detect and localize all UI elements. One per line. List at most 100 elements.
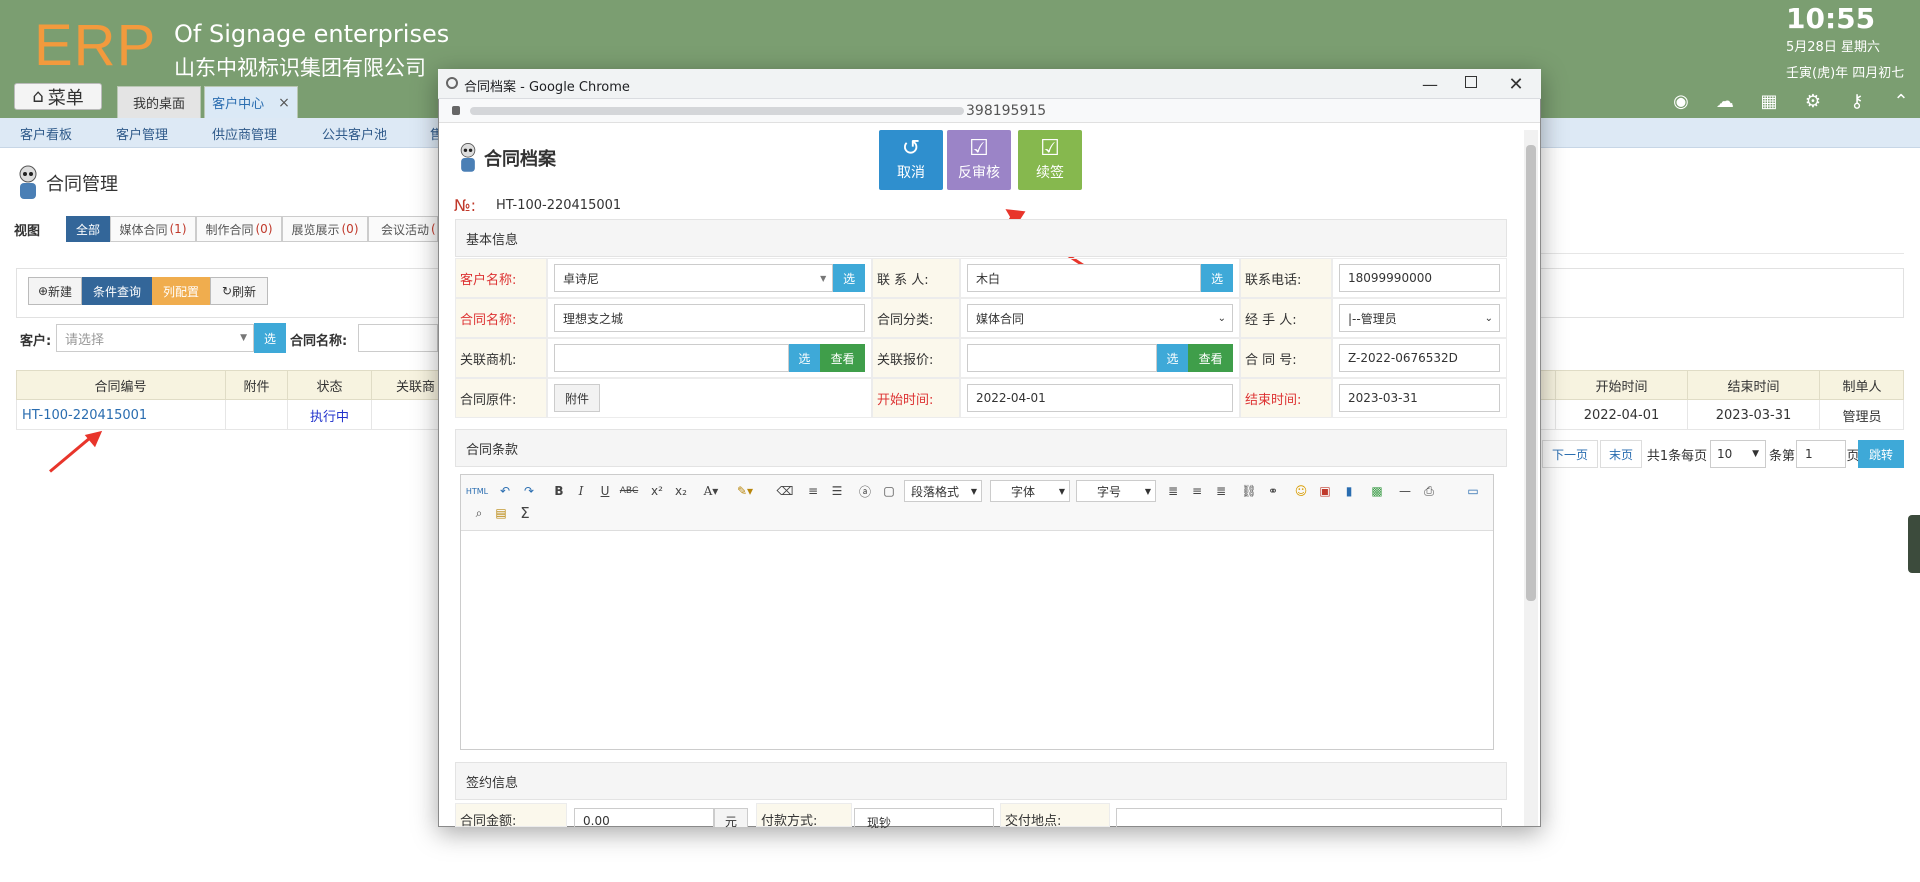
side-widget-handle[interactable]	[1908, 515, 1920, 573]
search-replace-icon[interactable]: ⌕	[470, 504, 488, 522]
filter-tab-meeting[interactable]: 会议活动(	[368, 216, 438, 242]
tab-customer-center[interactable]: 客户中心 ×	[204, 86, 298, 118]
col-maker[interactable]: 制单人	[1820, 370, 1904, 400]
subscript-icon[interactable]: x₂	[672, 482, 690, 500]
query-button[interactable]: 条件查询	[82, 277, 152, 305]
filter-tab-media[interactable]: 媒体合同 (1)	[110, 216, 196, 242]
customer-select-button[interactable]: 选	[833, 264, 865, 292]
amount-input[interactable]: 0.00	[574, 808, 714, 828]
row-contract-no-link[interactable]: HT-100-220415001	[16, 400, 226, 430]
col-start-time[interactable]: 开始时间	[1555, 370, 1688, 400]
paste-icon[interactable]: ▤	[492, 504, 510, 522]
contact-select-button[interactable]: 选	[1201, 264, 1233, 292]
category-select[interactable]: 媒体合同 ⌄	[967, 304, 1233, 332]
superscript-icon[interactable]: x²	[648, 482, 666, 500]
quote-select-button[interactable]: 选	[1156, 344, 1189, 372]
filter-tab-exhibition[interactable]: 展览展示 (0)	[282, 216, 368, 242]
insert-image-icon[interactable]: ▩	[1368, 482, 1386, 500]
filter-tab-production[interactable]: 制作合同 (0)	[196, 216, 282, 242]
align-right-icon[interactable]: ≣	[1212, 482, 1230, 500]
minimize-icon[interactable]: —	[1418, 72, 1442, 96]
opportunity-view-button[interactable]: 查看	[820, 344, 865, 372]
customer-name-select[interactable]: 卓诗尼 ▼	[554, 264, 834, 292]
contact-input[interactable]: 木白	[967, 264, 1202, 292]
preview-icon[interactable]: ▭	[1464, 482, 1482, 500]
close-icon[interactable]: ×	[278, 95, 290, 111]
unordered-list-icon[interactable]: ☰	[828, 482, 846, 500]
emoji-icon[interactable]: ☺	[1292, 482, 1310, 500]
pager-size-select[interactable]: 10 ▼	[1710, 440, 1766, 468]
contract-no-input[interactable]: Z-2022-0676532D	[1339, 344, 1500, 372]
unaudit-button[interactable]: ☑ 反审核	[947, 130, 1011, 190]
column-config-button[interactable]: 列配置	[152, 277, 210, 305]
font-family-select[interactable]: 字体 ▼	[990, 480, 1070, 502]
print-icon[interactable]: ⎙	[1420, 482, 1438, 500]
page-icon[interactable]: ▢	[880, 482, 898, 500]
image-icon[interactable]: ▣	[1316, 482, 1334, 500]
opportunity-input[interactable]	[554, 344, 789, 372]
col-contract-no[interactable]: 合同编号	[16, 370, 226, 400]
pager-last-button[interactable]: 末页	[1600, 440, 1642, 468]
link-icon[interactable]: ⛓	[1240, 482, 1258, 500]
formula-icon[interactable]: Σ	[516, 504, 534, 522]
payment-method-select[interactable]: 现钞	[854, 808, 994, 830]
horizontal-rule-icon[interactable]: —	[1396, 482, 1414, 500]
main-menu-button[interactable]: ⌂ 菜单	[14, 83, 102, 110]
undo-icon[interactable]: ↶	[496, 482, 514, 500]
handler-select[interactable]: |--管理员 ⌄	[1339, 304, 1500, 332]
start-time-input[interactable]: 2022-04-01	[967, 384, 1233, 412]
col-attachment[interactable]: 附件	[226, 370, 288, 400]
cloud-icon[interactable]: ☁	[1714, 90, 1736, 112]
end-time-input[interactable]: 2023-03-31	[1339, 384, 1500, 412]
renew-button[interactable]: ☑ 续签	[1018, 130, 1082, 190]
phone-input[interactable]: 18099990000	[1339, 264, 1500, 292]
col-end-time[interactable]: 结束时间	[1688, 370, 1820, 400]
popup-scrollbar-thumb[interactable]	[1526, 145, 1536, 601]
nav-customer-manage[interactable]: 客户管理	[116, 118, 168, 148]
close-window-icon[interactable]: ✕	[1504, 72, 1528, 96]
eraser-icon[interactable]: ⌫	[776, 482, 794, 500]
gear-icon[interactable]: ⚙	[1802, 90, 1824, 112]
strikethrough-icon[interactable]: ABC	[620, 482, 638, 500]
pager-next-button[interactable]: 下一页	[1542, 440, 1598, 468]
italic-icon[interactable]: I	[572, 482, 590, 500]
unlink-icon[interactable]: ⚭	[1264, 482, 1282, 500]
new-button[interactable]: ⊕ 新建	[28, 277, 82, 305]
key-icon[interactable]: ⚷	[1846, 90, 1868, 112]
contract-name-filter-input[interactable]	[358, 324, 438, 352]
delivery-place-input[interactable]	[1116, 808, 1502, 827]
highlight-icon[interactable]: ✎▾	[736, 482, 754, 500]
apps-icon[interactable]: ▦	[1758, 90, 1780, 112]
maximize-icon[interactable]	[1465, 76, 1477, 88]
col-related[interactable]: 关联商	[372, 370, 438, 400]
paragraph-format-select[interactable]: 段落格式 ▼	[904, 480, 982, 502]
customer-filter-select[interactable]: 请选择 ▼	[56, 324, 254, 352]
opportunity-select-button[interactable]: 选	[788, 344, 821, 372]
refresh-button[interactable]: ↻ 刷新	[210, 277, 268, 305]
quote-view-button[interactable]: 查看	[1188, 344, 1233, 372]
align-left-icon[interactable]: ≣	[1164, 482, 1182, 500]
pager-page-input[interactable]: 1	[1796, 440, 1846, 468]
user-icon[interactable]: ◉	[1670, 90, 1692, 112]
underline-icon[interactable]: U	[596, 482, 614, 500]
nav-customer-board[interactable]: 客户看板	[20, 118, 72, 148]
customer-select-button[interactable]: 选	[254, 323, 286, 353]
cancel-button[interactable]: ↺ 取消	[879, 130, 943, 190]
nav-public-pool[interactable]: 公共客户池	[322, 118, 387, 148]
html-source-icon[interactable]: HTML	[466, 482, 488, 500]
quote-input[interactable]	[967, 344, 1157, 372]
font-size-select[interactable]: 字号 ▼	[1076, 480, 1156, 502]
attachment-button[interactable]: 附件	[554, 384, 600, 412]
bold-icon[interactable]: B	[550, 482, 568, 500]
col-status[interactable]: 状态	[288, 370, 372, 400]
tab-my-desktop[interactable]: 我的桌面	[117, 86, 201, 118]
redo-icon[interactable]: ↷	[520, 482, 538, 500]
font-color-icon[interactable]: A▾	[702, 482, 720, 500]
ordered-list-icon[interactable]: ≡	[804, 482, 822, 500]
pager-jump-button[interactable]: 跳转	[1858, 440, 1904, 468]
contract-name-input[interactable]: 理想支之城	[554, 304, 865, 332]
align-center-icon[interactable]: ≡	[1188, 482, 1206, 500]
filter-tab-all[interactable]: 全部	[66, 216, 110, 242]
video-icon[interactable]: ▮	[1340, 482, 1358, 500]
collapse-icon[interactable]: ⌃	[1890, 90, 1912, 112]
